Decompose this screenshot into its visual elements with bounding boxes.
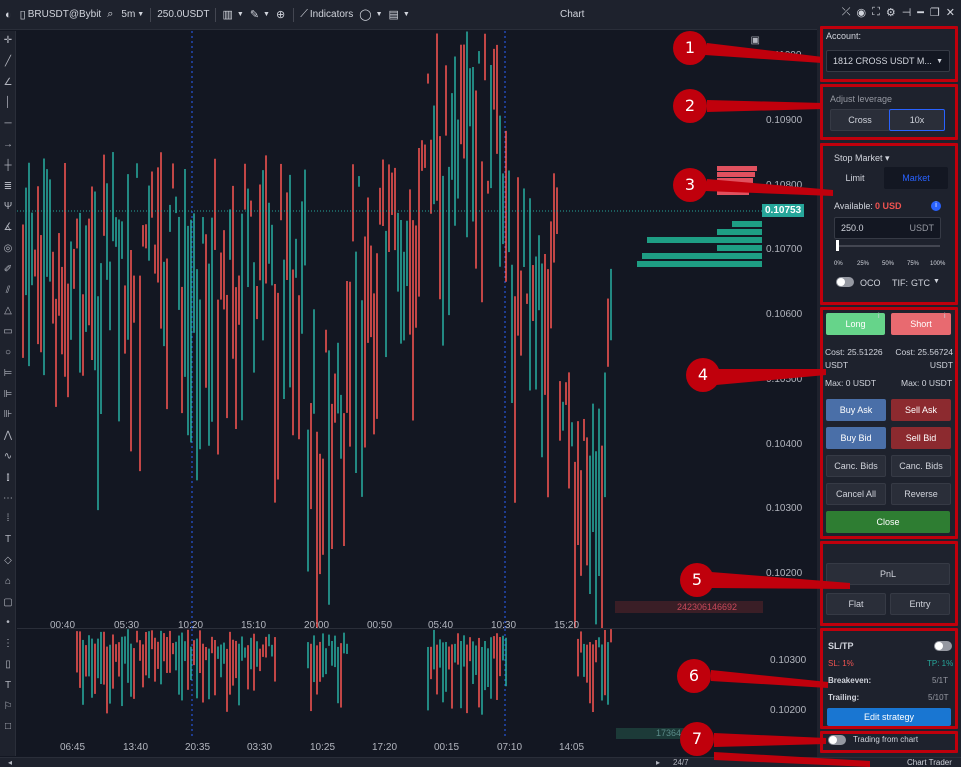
annotation-arrows	[705, 43, 870, 767]
arrow-1	[705, 43, 823, 63]
arrow-4	[716, 369, 826, 385]
arrow-6	[711, 670, 828, 688]
arrow-3	[705, 179, 833, 196]
arrow-7	[714, 733, 826, 747]
callout-7: 7	[680, 722, 714, 756]
callout-5: 5	[680, 563, 714, 597]
arrow-7b	[714, 752, 870, 767]
callout-6: 6	[677, 659, 711, 693]
callout-4: 4	[686, 358, 720, 392]
callout-1: 1	[673, 31, 707, 65]
arrow-2	[707, 100, 823, 112]
callout-3: 3	[673, 168, 707, 202]
arrow-5	[711, 572, 850, 589]
callout-2: 2	[673, 89, 707, 123]
